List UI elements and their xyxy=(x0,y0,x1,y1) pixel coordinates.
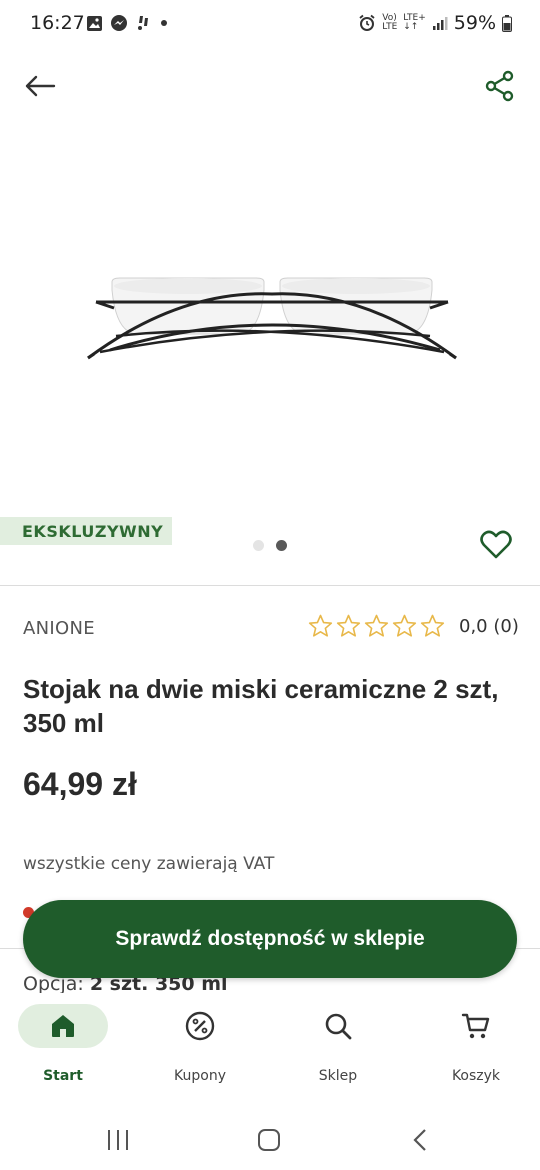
product-brand[interactable]: ANIONE xyxy=(23,618,95,639)
back-button[interactable] xyxy=(18,66,62,106)
recent-apps-icon xyxy=(108,1130,128,1150)
bottom-navigation: Start Kupony Sklep Koszyk xyxy=(0,994,540,1094)
nav-item-sklep[interactable]: Sklep xyxy=(283,1004,393,1084)
more-notifications-dot-icon xyxy=(161,20,167,26)
messenger-icon xyxy=(111,15,127,31)
nav-icon-container xyxy=(293,1004,383,1048)
nav-icon-container xyxy=(155,1004,245,1048)
product-image[interactable] xyxy=(70,250,470,390)
home-system-button[interactable] xyxy=(249,1124,289,1156)
star-icon xyxy=(308,614,333,637)
chevron-left-icon xyxy=(413,1129,426,1151)
nav-item-kupony[interactable]: Kupony xyxy=(145,1004,255,1084)
share-button[interactable] xyxy=(480,66,520,106)
product-price: 64,99 zł xyxy=(23,766,137,802)
battery-icon xyxy=(502,14,512,32)
nav-label-koszyk: Koszyk xyxy=(451,1068,501,1084)
rating-value: 0,0 (0) xyxy=(459,615,519,637)
status-time: 16:27 xyxy=(30,12,85,34)
gallery-notification-icon xyxy=(87,15,102,31)
nav-item-start[interactable]: Start xyxy=(8,1004,118,1084)
divider xyxy=(0,585,540,586)
alarm-icon xyxy=(359,14,375,31)
system-navigation-bar xyxy=(0,1110,540,1170)
star-icon xyxy=(336,614,361,637)
exclusive-badge: EKSKLUZYWNY xyxy=(0,517,172,545)
vat-note: wszystkie ceny zawierają VAT xyxy=(23,854,275,874)
favorite-button[interactable] xyxy=(480,530,512,560)
notification-icons xyxy=(86,14,168,32)
check-store-availability-button[interactable]: Sprawdź dostępność w sklepie xyxy=(23,900,517,978)
network-indicator: LTE+ ↓↑ xyxy=(403,13,426,32)
nav-icon-container xyxy=(431,1004,521,1048)
star-icon xyxy=(392,614,417,637)
arrow-left-icon xyxy=(25,75,56,97)
bowl-stand-image xyxy=(87,277,457,360)
share-icon xyxy=(485,70,514,102)
recent-apps-button[interactable] xyxy=(98,1124,138,1156)
signal-icon xyxy=(432,17,448,30)
volte-indicator: Vo) LTE xyxy=(382,13,398,32)
cart-icon xyxy=(461,1013,490,1039)
heart-icon xyxy=(480,530,512,559)
product-title: Stojak na dwie miski ceramiczne 2 szt, 3… xyxy=(23,674,499,738)
gallery-dot-2[interactable] xyxy=(276,540,287,551)
nav-item-koszyk[interactable]: Koszyk xyxy=(421,1004,531,1084)
gallery-dot-1[interactable] xyxy=(253,540,264,551)
home-icon xyxy=(52,1015,74,1037)
status-bar: 16:27 Vo) LTE LTE+ ↓↑ 59% xyxy=(0,0,540,52)
home-square-icon xyxy=(258,1129,280,1151)
nav-icon-container xyxy=(18,1004,108,1048)
battery-percent: 59% xyxy=(453,12,496,34)
nav-label-kupony: Kupony xyxy=(174,1068,226,1084)
coupon-percent-icon xyxy=(185,1011,215,1041)
star-icon xyxy=(364,614,389,637)
product-rating[interactable]: 0,0 (0) xyxy=(308,614,519,638)
nav-label-sklep: Sklep xyxy=(318,1068,358,1084)
star-icon xyxy=(420,614,445,637)
rating-stars xyxy=(308,614,445,638)
search-icon xyxy=(325,1013,352,1040)
system-back-button[interactable] xyxy=(400,1124,440,1156)
nav-label-start: Start xyxy=(43,1068,83,1084)
gallery-pagination[interactable] xyxy=(253,540,287,551)
status-right: Vo) LTE LTE+ ↓↑ 59% xyxy=(358,12,512,34)
app-notification-icon xyxy=(138,16,148,30)
